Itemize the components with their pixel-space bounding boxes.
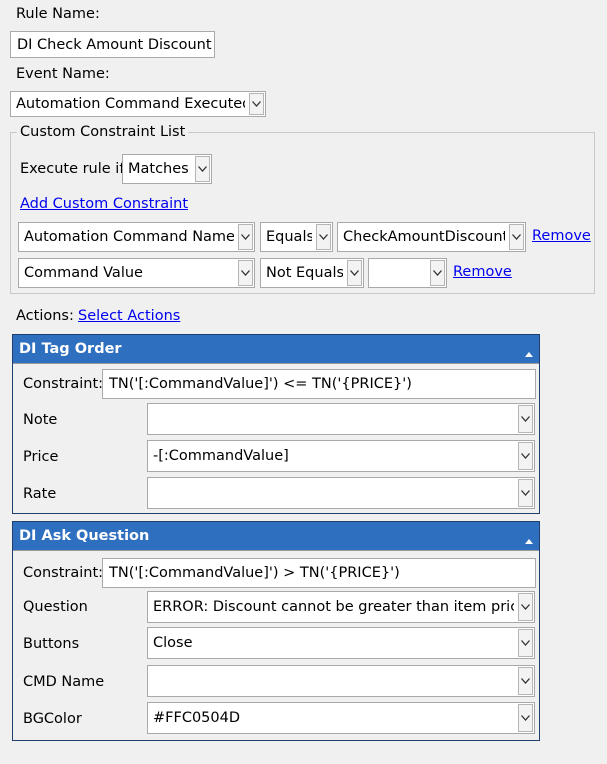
remove-constraint-link[interactable]: Remove [453,264,512,280]
add-custom-constraint-link[interactable]: Add Custom Constraint [20,196,188,212]
action-panel-tag-order: DI Tag Order Constraint: TN('[:CommandVa… [12,334,540,514]
rule-name-label: Rule Name: [16,6,100,22]
action-panel-title: DI Tag Order [19,341,122,357]
param-question-select[interactable]: ERROR: Discount cannot be greater than i… [147,591,535,623]
constraint-value-select[interactable] [368,258,447,288]
chevron-down-icon[interactable] [249,93,264,115]
constraint-value-select[interactable]: CheckAmountDiscount [337,222,526,252]
chevron-down-icon[interactable] [509,224,524,250]
param-label-rate: Rate [23,486,57,502]
collapse-icon[interactable] [525,532,533,548]
param-question-value: ERROR: Discount cannot be greater than i… [153,599,514,615]
action-constraint-input[interactable]: TN('[:CommandValue]') > TN('{PRICE}') [102,558,536,588]
param-cmd-name-select[interactable] [147,665,535,697]
select-actions-link[interactable]: Select Actions [78,308,180,324]
remove-constraint-link[interactable]: Remove [532,228,591,244]
chevron-down-icon[interactable] [518,667,533,695]
panel-divider [13,363,539,364]
param-label-question: Question [23,599,88,615]
panel-divider [13,550,539,551]
constraint-operator-select[interactable]: Equals [260,222,333,252]
param-buttons-select[interactable]: Close [147,627,535,659]
constraint-operator-select[interactable]: Not Equals [260,258,364,288]
execute-rule-select[interactable]: Matches [122,154,212,184]
param-label-cmd-name: CMD Name [23,674,105,690]
action-panel-header[interactable]: DI Ask Question [13,522,539,550]
constraint-field-value: Automation Command Name [24,229,234,245]
execute-rule-label: Execute rule if [20,161,125,177]
custom-constraint-legend: Custom Constraint List [20,124,186,140]
event-name-label: Event Name: [16,66,110,82]
param-label-price: Price [23,449,59,465]
action-panel-title: DI Ask Question [19,528,150,544]
param-price-value: -[:CommandValue] [153,448,289,464]
chevron-down-icon[interactable] [430,260,445,286]
rule-name-value: DI Check Amount Discount [17,36,212,53]
param-price-select[interactable]: -[:CommandValue] [147,440,535,472]
param-rate-select[interactable] [147,477,535,509]
chevron-down-icon[interactable] [518,704,533,732]
rule-name-input[interactable]: DI Check Amount Discount [10,31,215,58]
constraint-label: Constraint: [23,376,104,392]
execute-rule-value: Matches [128,161,189,177]
action-constraint-value: TN('[:CommandValue]') > TN('{PRICE}') [109,565,400,581]
chevron-down-icon[interactable] [316,224,331,250]
chevron-down-icon[interactable] [518,593,533,621]
constraint-operator-value: Equals [266,229,312,245]
constraint-label: Constraint: [23,565,104,581]
param-bgcolor-select[interactable]: #FFC0504D [147,702,535,734]
constraint-operator-value: Not Equals [266,265,343,281]
rule-editor: { "rule_name": { "label": "Rule Name:", … [0,0,607,764]
constraint-field-value: Command Value [24,265,143,281]
actions-label: Actions: [16,308,74,324]
param-label-note: Note [23,412,58,428]
constraint-field-select[interactable]: Automation Command Name [18,222,255,252]
param-label-buttons: Buttons [23,636,80,652]
collapse-icon[interactable] [525,345,533,361]
action-constraint-input[interactable]: TN('[:CommandValue]') <= TN('{PRICE}') [102,369,536,399]
event-name-value: Automation Command Executed [16,96,245,112]
chevron-down-icon[interactable] [518,629,533,657]
constraint-value-value: CheckAmountDiscount [343,229,505,245]
chevron-down-icon[interactable] [238,260,253,286]
chevron-down-icon[interactable] [238,224,253,250]
param-label-bgcolor: BGColor [23,711,82,727]
chevron-down-icon[interactable] [195,156,210,182]
chevron-down-icon[interactable] [518,479,533,507]
action-panel-ask-question: DI Ask Question Constraint: TN('[:Comman… [12,521,540,741]
constraint-field-select[interactable]: Command Value [18,258,255,288]
param-note-select[interactable] [147,403,535,435]
chevron-down-icon[interactable] [347,260,362,286]
param-buttons-value: Close [153,635,193,651]
chevron-down-icon[interactable] [518,405,533,433]
chevron-down-icon[interactable] [518,442,533,470]
action-panel-header[interactable]: DI Tag Order [13,335,539,363]
param-bgcolor-value: #FFC0504D [153,710,241,726]
event-name-select[interactable]: Automation Command Executed [10,91,266,117]
action-constraint-value: TN('[:CommandValue]') <= TN('{PRICE}') [109,376,412,392]
